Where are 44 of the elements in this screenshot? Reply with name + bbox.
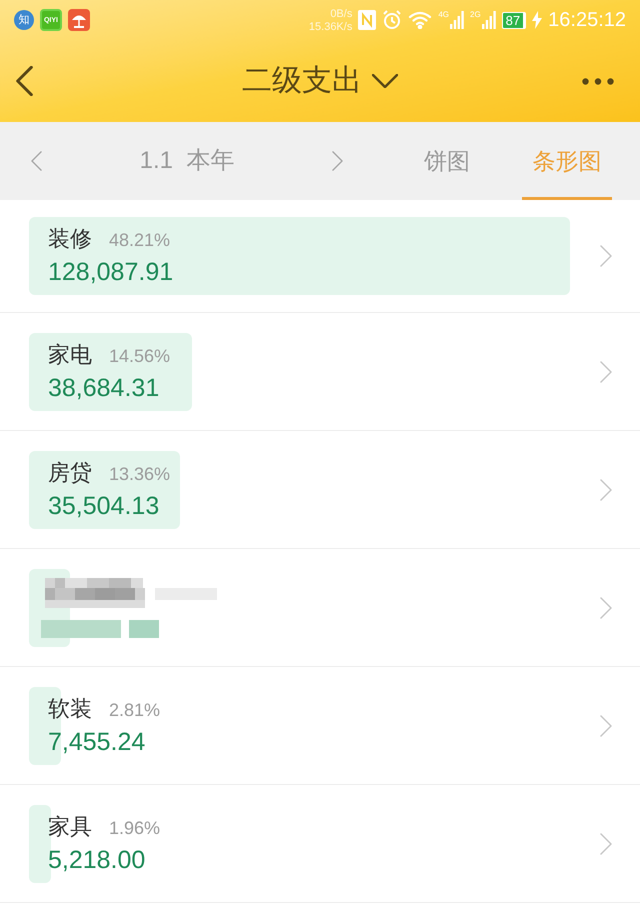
title-dropdown[interactable]: 二级支出: [242, 66, 398, 96]
category-amount: 35,504.13: [48, 490, 160, 522]
category-name: 家电: [48, 340, 92, 368]
category-name: 软装: [48, 694, 92, 722]
notification-icon: 知: [14, 10, 34, 30]
nfc-icon: [358, 10, 376, 30]
category-name: 装修: [48, 225, 92, 253]
category-share: 13.36%: [109, 462, 170, 486]
category-name: 房贷: [48, 458, 92, 486]
chart-tab[interactable]: 条形图: [522, 122, 612, 200]
category-share: 48.21%: [109, 229, 170, 252]
chevron-left-icon: [30, 151, 42, 171]
network-type-label: 2G: [470, 11, 481, 19]
chevron-right-icon: [600, 714, 612, 736]
category-amount: 128,087.91: [48, 257, 174, 288]
battery-indicator: 87: [502, 12, 526, 28]
category-share: 1.96%: [109, 816, 160, 840]
signal-icon: [482, 11, 496, 29]
wifi-icon: [408, 11, 432, 29]
chart-tab[interactable]: 饼图: [372, 122, 522, 200]
network-speed: 15.36K/s: [308, 20, 352, 32]
category-amount: 7,455.24: [48, 726, 146, 758]
network-speed: 0B/s: [330, 8, 352, 20]
chevron-right-icon: [332, 151, 342, 171]
charging-bolt-icon: [532, 11, 542, 29]
back-icon: [16, 66, 33, 96]
period-label: 1.1 本年: [140, 146, 234, 176]
category-share: 14.56%: [109, 344, 170, 368]
alarm-icon: [382, 10, 402, 30]
chevron-right-icon: [600, 596, 612, 618]
umbrella-icon: [68, 9, 90, 31]
category-share: 2.81%: [109, 698, 160, 722]
chevron-right-icon: [600, 478, 612, 500]
category-name: 家具: [48, 812, 92, 840]
category-amount: 5,218.00: [48, 844, 146, 876]
clock-time: 16:25:12: [548, 10, 626, 30]
category-amount: 38,684.31: [48, 372, 160, 404]
chevron-right-icon: [600, 245, 612, 267]
chevron-right-icon: [600, 360, 612, 382]
more-icon: [582, 78, 614, 84]
caret-down-icon: [372, 74, 398, 88]
network-type-label: 4G: [438, 11, 449, 19]
chevron-right-icon: [600, 832, 612, 854]
signal-icon: [450, 11, 464, 29]
